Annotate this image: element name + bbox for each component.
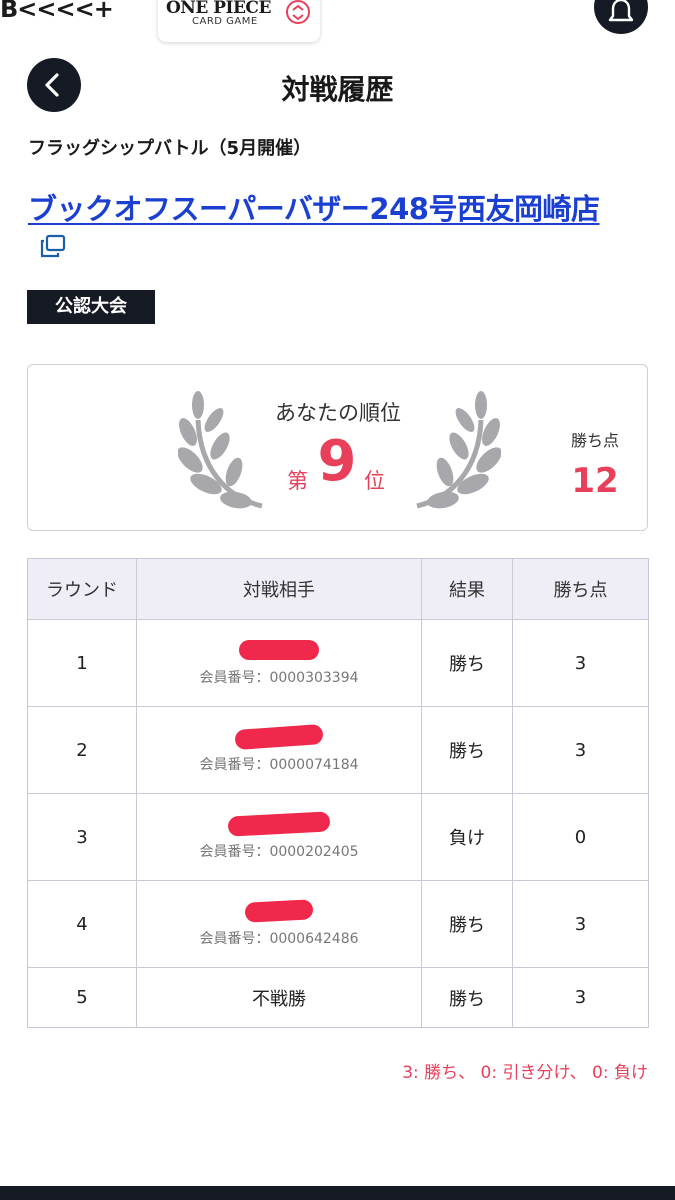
match-result: 勝ち	[421, 967, 513, 1028]
points-legend: 3: 勝ち、 0: 引き分け、 0: 負け	[402, 1063, 648, 1083]
match-points: 0	[512, 793, 649, 881]
header-result: 結果	[421, 558, 513, 620]
top-bar: B<<<<+ ONE PIECE CARD GAME	[0, 0, 675, 44]
opponent-name: 不戦勝	[136, 967, 422, 1028]
bell-icon	[608, 0, 634, 22]
opponent-cell: 会員番号：0000642486	[136, 880, 422, 968]
match-result: 勝ち	[421, 880, 513, 968]
round-number: 1	[27, 619, 137, 707]
header-points: 勝ち点	[512, 558, 649, 620]
redacted-name	[227, 810, 331, 837]
match-history-table: ラウンド 対戦相手 結果 勝ち点 1 会員番号：0000303394 勝ち 3 …	[27, 558, 649, 1028]
store-link[interactable]: ブックオフスーパーバザー248号西友岡崎店	[28, 186, 600, 228]
header-round: ラウンド	[27, 558, 137, 620]
total-points-label: 勝ち点	[570, 431, 619, 450]
match-result: 勝ち	[421, 706, 513, 794]
table-row: 4 会員番号：0000642486 勝ち 3	[27, 880, 649, 968]
game-logo-card[interactable]: ONE PIECE CARD GAME	[158, 0, 320, 42]
table-row: 3 会員番号：0000202405 負け 0	[27, 793, 649, 881]
match-points: 3	[512, 619, 649, 707]
game-logo-subtitle: CARD GAME	[192, 16, 258, 27]
rank-number: 9	[317, 429, 357, 494]
redacted-name	[239, 639, 319, 660]
opponent-cell: 会員番号：0000303394	[136, 619, 422, 707]
match-points: 3	[512, 706, 649, 794]
total-points-value: 12	[571, 461, 619, 501]
match-result: 負け	[421, 793, 513, 881]
header-opponent: 対戦相手	[136, 558, 422, 620]
external-link-icon[interactable]	[40, 234, 66, 258]
member-number: 会員番号：0000642486	[199, 930, 359, 947]
member-number: 会員番号：0000303394	[199, 669, 359, 686]
opponent-cell: 会員番号：0000202405	[136, 793, 422, 881]
brand-logo[interactable]: B<<<<+	[0, 0, 114, 24]
page-title: 対戦履歴	[281, 73, 394, 106]
opponent-cell: 会員番号：0000074184	[136, 706, 422, 794]
rank-suffix: 位	[364, 469, 385, 493]
table-row: 5 不戦勝 勝ち 3	[27, 967, 649, 1028]
game-emblem-icon	[286, 0, 310, 24]
match-points: 3	[512, 880, 649, 968]
round-number: 2	[27, 706, 137, 794]
bottom-bar	[0, 1186, 675, 1200]
tournament-type-badge: 公認大会	[27, 290, 155, 324]
member-number: 会員番号：0000074184	[199, 756, 359, 773]
match-result: 勝ち	[421, 619, 513, 707]
rank-card: あなたの順位 第 9 位 勝ち点 12	[27, 364, 648, 531]
rank-prefix: 第	[287, 469, 308, 493]
match-points: 3	[512, 967, 649, 1028]
redacted-name	[244, 898, 314, 923]
table-row: 2 会員番号：0000074184 勝ち 3	[27, 706, 649, 794]
redacted-name	[234, 723, 324, 750]
notification-button[interactable]	[594, 0, 648, 34]
round-number: 5	[27, 967, 137, 1028]
round-number: 3	[27, 793, 137, 881]
table-row: 1 会員番号：0000303394 勝ち 3	[27, 619, 649, 707]
member-number: 会員番号：0000202405	[199, 843, 359, 860]
event-name: フラッグシップバトル（5月開催）	[28, 138, 312, 159]
round-number: 4	[27, 880, 137, 968]
rank-label: あなたの順位	[275, 401, 401, 425]
